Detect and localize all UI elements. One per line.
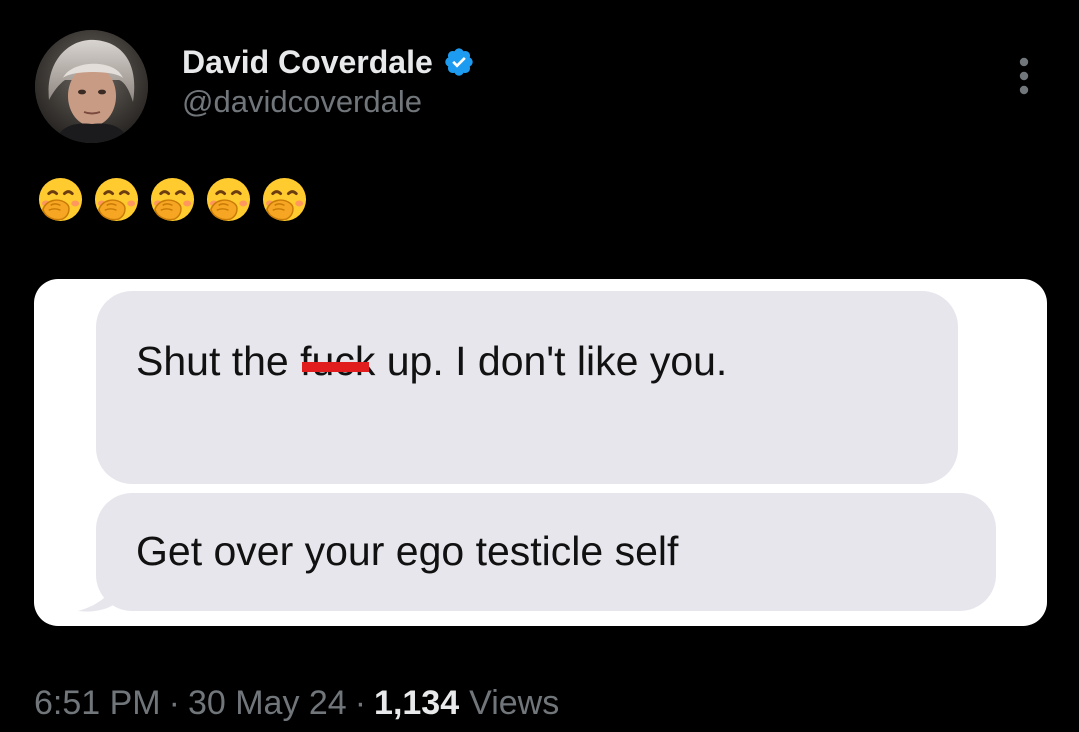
- message-text-after: up. I don't like you.: [375, 338, 728, 384]
- message-text-before: Shut the: [136, 338, 301, 384]
- author-handle[interactable]: @davidcoverdale: [182, 84, 422, 120]
- hand-over-mouth-emoji-icon: [38, 177, 83, 222]
- message-text: Shut the fuck up. I don't like you.: [136, 335, 936, 388]
- tweet-text: [37, 176, 308, 223]
- hand-over-mouth-emoji-icon: [150, 177, 195, 222]
- message-bubble: Get over your ego testicle self: [96, 493, 996, 611]
- verified-badge-icon[interactable]: [443, 46, 475, 78]
- tweet-date[interactable]: 30 May 24: [188, 684, 347, 723]
- hand-over-mouth-emoji-icon: [206, 177, 251, 222]
- more-vertical-icon: [1019, 57, 1029, 95]
- hand-over-mouth-emoji-icon: [262, 177, 307, 222]
- censored-word: fuck: [300, 338, 376, 384]
- more-options-button[interactable]: [1006, 54, 1042, 98]
- tweet-metadata: 6:51 PM · 30 May 24 · 1,134 Views: [34, 684, 559, 723]
- author-name-row: David Coverdale: [182, 42, 475, 82]
- hand-over-mouth-emoji-icon: [94, 177, 139, 222]
- separator: ·: [168, 684, 180, 722]
- tweet-media-image[interactable]: Shut the fuck up. I don't like you. Get …: [34, 279, 1047, 626]
- bubble-tail: [78, 579, 118, 612]
- message-bubble: Shut the fuck up. I don't like you.: [96, 291, 958, 484]
- tweet-time[interactable]: 6:51 PM: [34, 684, 161, 723]
- separator: ·: [354, 684, 367, 722]
- avatar[interactable]: [35, 30, 148, 143]
- views-count[interactable]: 1,134: [374, 684, 459, 723]
- author-display-name[interactable]: David Coverdale: [182, 44, 433, 81]
- views-label: Views: [469, 684, 560, 722]
- avatar-image: [35, 30, 148, 143]
- censor-bar: [302, 362, 370, 372]
- message-text: Get over your ego testicle self: [136, 528, 679, 574]
